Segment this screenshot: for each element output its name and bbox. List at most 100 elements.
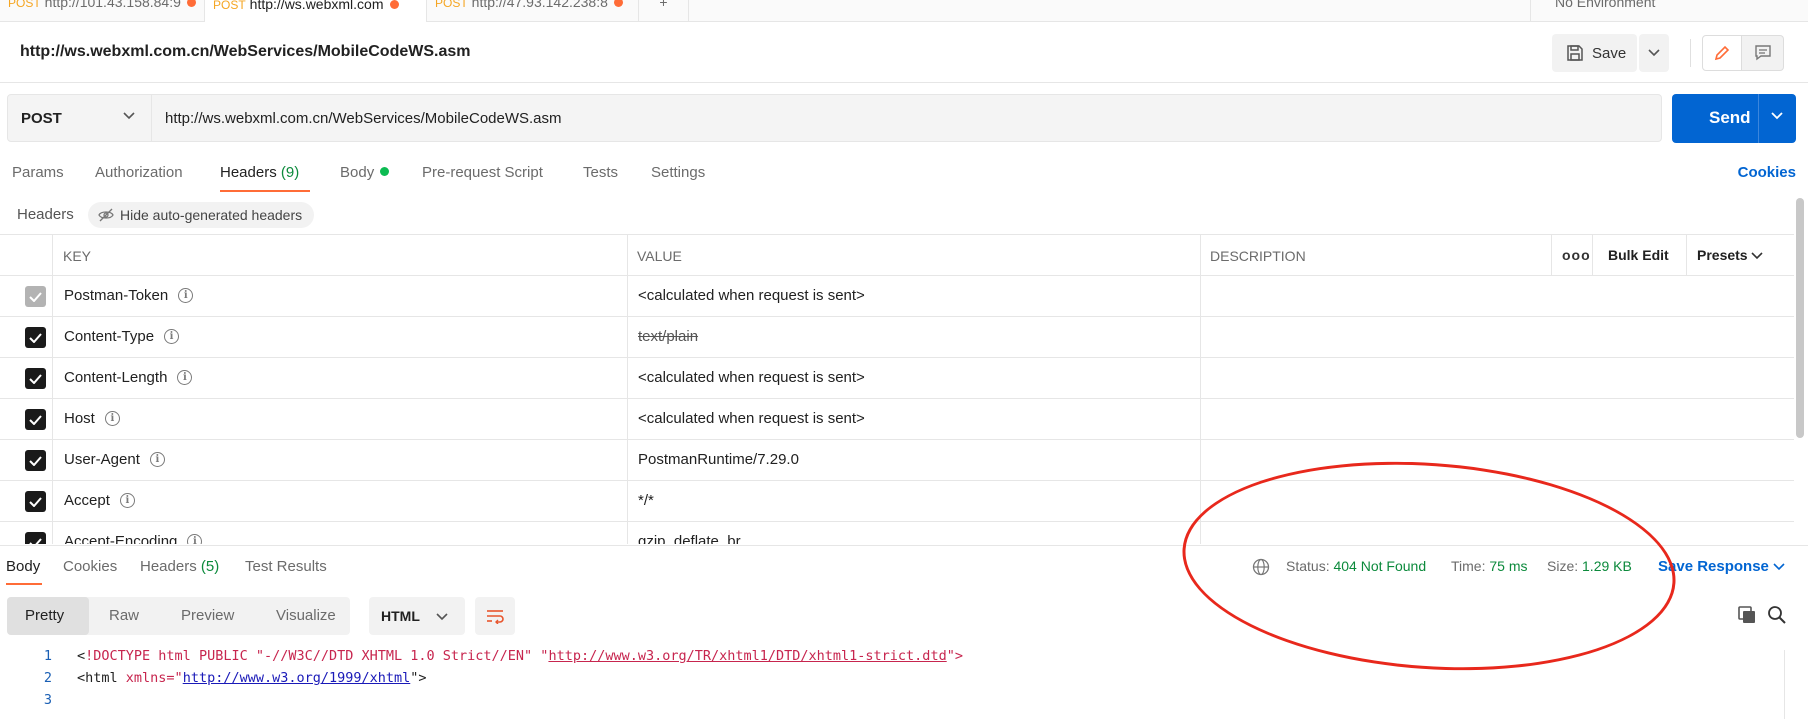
- size-text: Size: 1.29 KB: [1547, 558, 1632, 574]
- send-label: Send: [1709, 108, 1751, 127]
- header-key-text: Postman-Token: [64, 287, 169, 304]
- wrap-lines-icon: [487, 610, 504, 624]
- tab-method: POST: [213, 0, 246, 12]
- response-code-editor[interactable]: 1 <!DOCTYPE html PUBLIC "-//W3C//DTD XHT…: [0, 648, 1780, 714]
- column-divider: [1592, 234, 1593, 276]
- header-key: User-Agent i: [64, 451, 165, 468]
- comments-button[interactable]: [1742, 35, 1784, 71]
- column-divider: [1551, 234, 1552, 276]
- edit-mode-button[interactable]: [1702, 35, 1742, 71]
- save-label: Save: [1592, 44, 1627, 62]
- save-icon: [1567, 45, 1583, 61]
- view-mode-segmented: Pretty Raw Preview Visualize: [7, 597, 350, 635]
- globe-icon[interactable]: [1252, 558, 1270, 576]
- tab-response-cookies[interactable]: Cookies: [63, 558, 117, 575]
- info-icon[interactable]: i: [119, 493, 135, 508]
- time-label: Time:: [1451, 558, 1486, 574]
- bulk-edit-button[interactable]: Bulk Edit: [1608, 247, 1669, 263]
- info-icon[interactable]: i: [104, 411, 120, 426]
- tab-authorization[interactable]: Authorization: [95, 164, 183, 181]
- table-row: Host i <calculated when request is sent>: [0, 399, 1794, 440]
- column-divider: [1200, 234, 1201, 544]
- url-input[interactable]: http://ws.webxml.com.cn/WebServices/Mobi…: [152, 94, 1662, 142]
- code-token[interactable]: http://www.w3.org/TR/xhtml1/DTD/xhtml1-s…: [548, 648, 946, 664]
- divider: [1758, 94, 1759, 143]
- column-value: VALUE: [637, 248, 682, 264]
- info-icon[interactable]: i: [177, 370, 193, 385]
- row-checkbox[interactable]: [25, 491, 46, 512]
- header-value[interactable]: gzip, deflate, br: [638, 533, 741, 544]
- unsaved-dot-icon: [389, 0, 399, 9]
- environment-label: No Environment: [1555, 0, 1656, 10]
- search-icon[interactable]: [1767, 605, 1787, 625]
- divider: [1690, 39, 1691, 67]
- view-pretty[interactable]: Pretty: [25, 607, 64, 624]
- chevron-down-icon[interactable]: [1770, 111, 1784, 121]
- info-icon[interactable]: i: [178, 288, 194, 303]
- time-value[interactable]: 75 ms: [1489, 558, 1527, 574]
- code-token[interactable]: http://www.w3.org/1999/xhtml: [183, 670, 411, 686]
- add-tab-button[interactable]: +: [639, 0, 689, 22]
- row-checkbox[interactable]: [25, 532, 46, 544]
- info-icon[interactable]: i: [149, 452, 165, 467]
- plus-icon: +: [659, 0, 668, 10]
- view-raw[interactable]: Raw: [109, 607, 139, 624]
- scrollbar[interactable]: [1784, 650, 1796, 719]
- tab-headers[interactable]: Headers (9): [220, 164, 299, 181]
- header-key-text: Accept: [64, 492, 110, 509]
- line-number: 3: [43, 692, 52, 708]
- column-divider: [627, 234, 628, 544]
- row-checkbox[interactable]: [25, 368, 46, 389]
- row-checkbox[interactable]: [25, 409, 46, 430]
- save-button[interactable]: Save: [1552, 34, 1637, 72]
- code-text: <html xmlns="http://www.w3.org/1999/xhtm…: [77, 670, 427, 686]
- status-value[interactable]: 404 Not Found: [1333, 558, 1426, 574]
- code-line: 3: [0, 692, 1780, 714]
- tab-response-body[interactable]: Body: [6, 558, 40, 575]
- cookies-link[interactable]: Cookies: [1738, 164, 1796, 181]
- info-icon[interactable]: i: [187, 534, 203, 544]
- save-response-button[interactable]: Save Response: [1658, 558, 1785, 575]
- presets-label: Presets: [1697, 247, 1748, 263]
- scrollbar[interactable]: [1796, 198, 1804, 438]
- unsaved-dot-icon: [613, 0, 623, 7]
- request-name[interactable]: http://ws.webxml.com.cn/WebServices/Mobi…: [20, 43, 470, 61]
- send-button[interactable]: Send: [1672, 94, 1796, 143]
- request-tab[interactable]: POST http://101.43.158.84:9: [0, 0, 205, 22]
- copy-icon[interactable]: [1737, 605, 1757, 625]
- checkmark-icon: [29, 414, 42, 425]
- method-select[interactable]: POST: [7, 94, 152, 142]
- tab-response-headers[interactable]: Headers (5): [140, 558, 219, 575]
- more-options-icon[interactable]: ooo: [1562, 247, 1591, 263]
- header-value: <calculated when request is sent>: [638, 410, 865, 427]
- view-preview[interactable]: Preview: [181, 607, 234, 624]
- tab-prerequest-script[interactable]: Pre-request Script: [422, 164, 543, 181]
- row-checkbox[interactable]: [25, 450, 46, 471]
- header-value[interactable]: PostmanRuntime/7.29.0: [638, 451, 799, 468]
- hide-auto-headers-button[interactable]: Hide auto-generated headers: [88, 202, 315, 228]
- view-visualize[interactable]: Visualize: [276, 607, 336, 624]
- tab-method: POST: [8, 0, 41, 10]
- environment-select[interactable]: No Environment: [1530, 0, 1808, 22]
- tab-response-headers-label: Headers: [140, 558, 197, 575]
- presets-button[interactable]: Presets: [1697, 247, 1764, 263]
- request-tab[interactable]: POST http://47.93.142.238:8: [427, 0, 639, 22]
- response-headers-count: (5): [200, 558, 220, 575]
- header-value[interactable]: */*: [638, 492, 654, 509]
- row-checkbox[interactable]: [25, 327, 46, 348]
- header-value[interactable]: text/plain: [638, 328, 698, 345]
- tab-body[interactable]: Body: [340, 164, 390, 181]
- save-options-button[interactable]: [1639, 34, 1669, 72]
- tab-test-results[interactable]: Test Results: [245, 558, 327, 575]
- header-key-text: Content-Type: [64, 328, 155, 345]
- tab-tests[interactable]: Tests: [583, 164, 618, 181]
- wrap-lines-button[interactable]: [475, 597, 515, 635]
- request-tab-active[interactable]: POST http://ws.webxml.com: [205, 0, 427, 22]
- column-divider: [52, 234, 53, 544]
- format-select[interactable]: HTML: [369, 597, 465, 635]
- info-icon[interactable]: i: [164, 329, 180, 344]
- size-label: Size:: [1547, 558, 1579, 574]
- tab-params[interactable]: Params: [12, 164, 64, 181]
- tab-settings[interactable]: Settings: [651, 164, 705, 181]
- size-value[interactable]: 1.29 KB: [1582, 558, 1632, 574]
